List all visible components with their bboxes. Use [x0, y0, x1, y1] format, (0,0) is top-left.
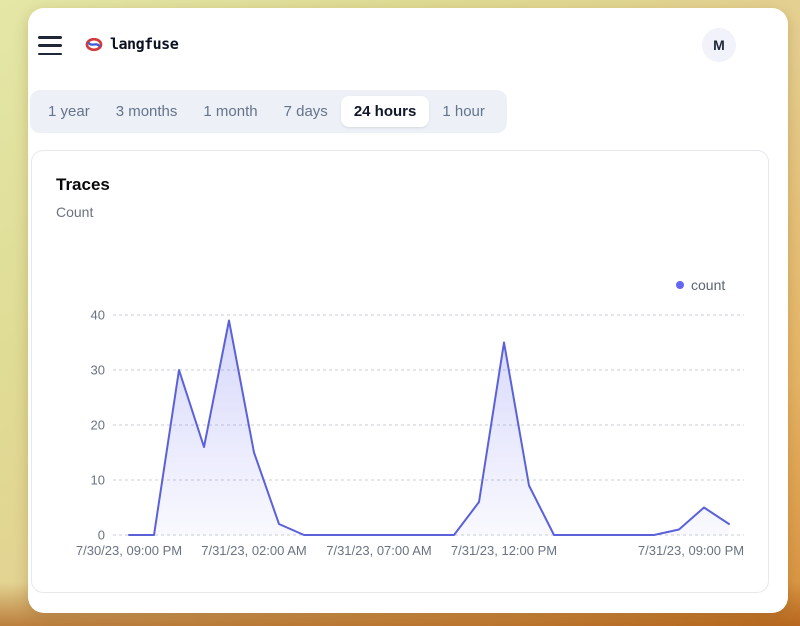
app-header: langfuse M	[28, 8, 788, 82]
avatar-initial: M	[713, 37, 725, 53]
desktop-background: { "header": { "wordmark": "langfuse", "a…	[0, 0, 800, 626]
x-axis-tick-label: 7/31/23, 02:00 AM	[201, 543, 307, 558]
y-axis-tick-label: 20	[91, 418, 105, 433]
menu-icon[interactable]	[38, 36, 62, 55]
traces-area-chart: 0 10 20 30 40 7/30/23, 09:00 PM 7/31/23, 02:00…	[32, 151, 770, 592]
wordmark: langfuse	[110, 35, 178, 53]
tab-1-hour[interactable]: 1 hour	[429, 96, 498, 127]
y-axis-tick-label: 10	[91, 473, 105, 488]
tab-1-month[interactable]: 1 month	[190, 96, 270, 127]
tab-1-year[interactable]: 1 year	[35, 96, 103, 127]
tab-24-hours[interactable]: 24 hours	[341, 96, 430, 127]
x-axis-tick-label: 7/30/23, 09:00 PM	[76, 543, 182, 558]
app-window: langfuse M 1 year 3 months 1 month 7 day…	[28, 8, 788, 613]
langfuse-knot-logo-icon	[85, 37, 103, 52]
x-axis-tick-label: 7/31/23, 12:00 PM	[451, 543, 557, 558]
traces-card: Traces Count count 0102030407/30/23, 09:…	[31, 150, 769, 593]
x-axis-tick-label: 7/31/23, 09:00 PM	[638, 543, 744, 558]
tab-7-days[interactable]: 7 days	[271, 96, 341, 127]
time-range-tabbar: 1 year 3 months 1 month 7 days 24 hours …	[30, 90, 507, 133]
x-axis-tick-label: 7/31/23, 07:00 AM	[326, 543, 432, 558]
y-axis-tick-label: 30	[91, 363, 105, 378]
y-axis-tick-label: 0	[98, 528, 105, 543]
y-axis-tick-label: 40	[91, 308, 105, 323]
avatar[interactable]: M	[702, 28, 736, 62]
brand[interactable]: langfuse	[85, 35, 178, 53]
tab-3-months[interactable]: 3 months	[103, 96, 191, 127]
area-fill	[129, 321, 729, 536]
